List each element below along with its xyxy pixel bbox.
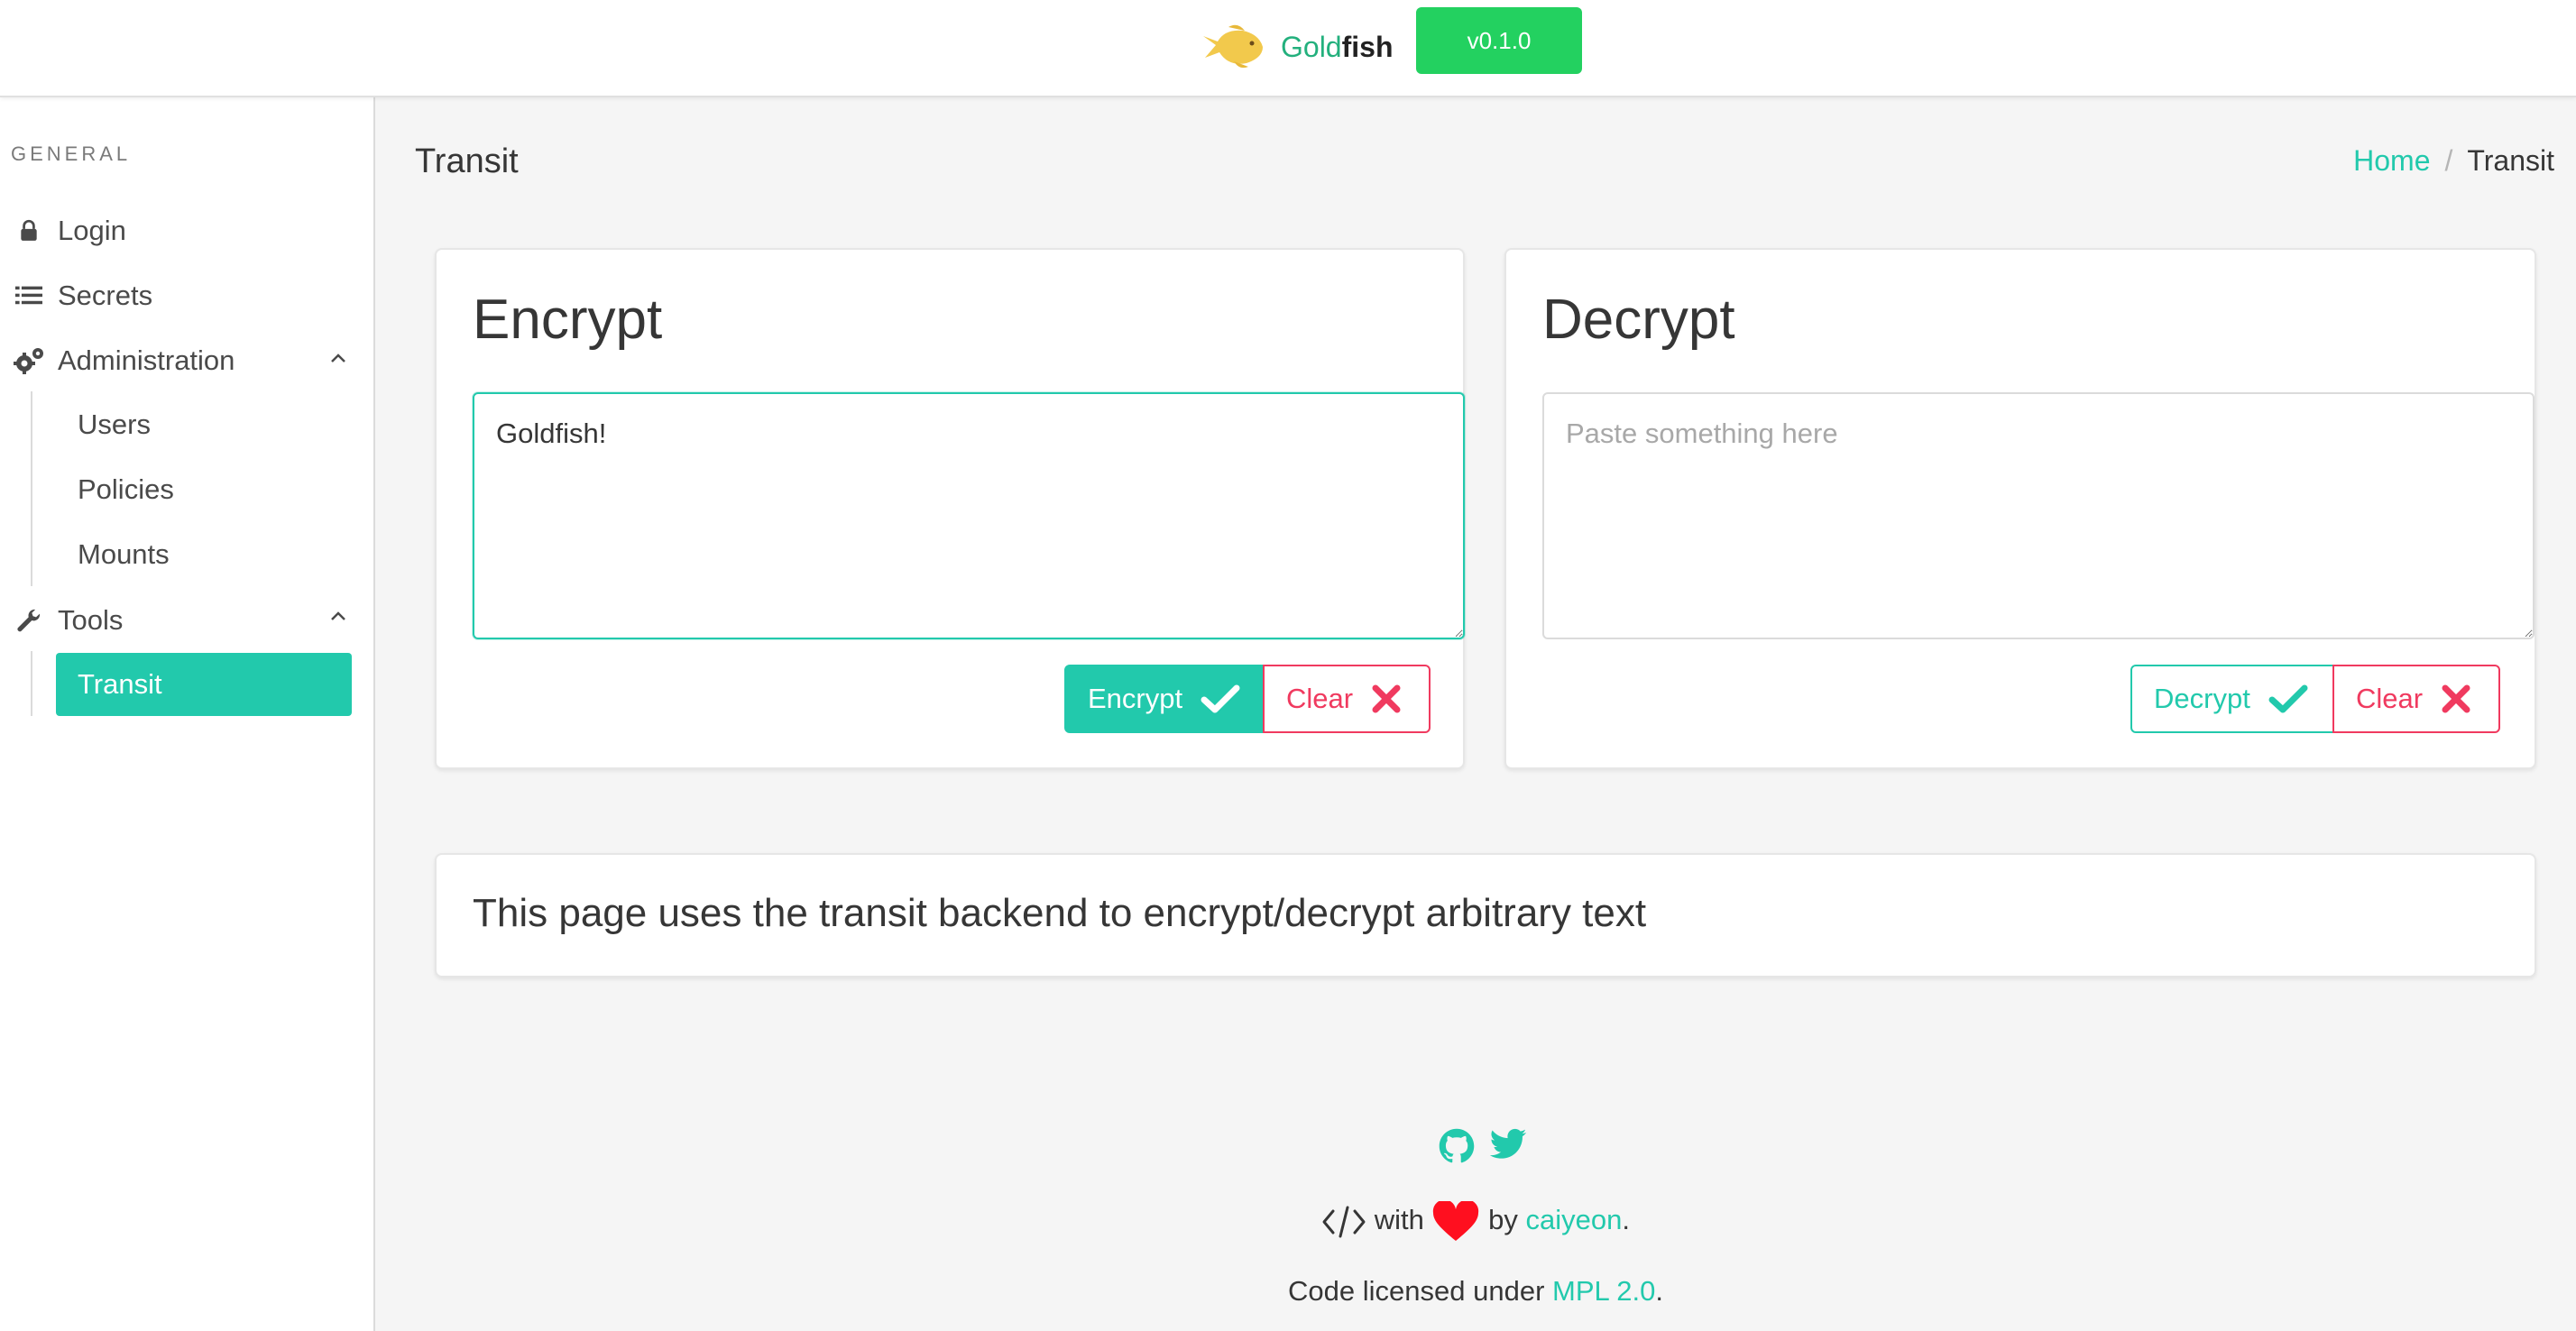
- decrypt-input[interactable]: [1542, 392, 2535, 639]
- sidebar-item-label: Tools: [58, 604, 124, 636]
- breadcrumb-separator: /: [2444, 144, 2453, 177]
- breadcrumb-home-link[interactable]: Home: [2353, 144, 2430, 178]
- sidebar: GENERAL Login Secrets Administration Use…: [0, 97, 375, 1331]
- decrypt-clear-button[interactable]: Clear: [2332, 665, 2500, 733]
- wrench-icon: [11, 602, 47, 638]
- info-note-card: This page uses the transit backend to en…: [435, 853, 2536, 978]
- sidebar-item-tools[interactable]: Tools: [11, 593, 123, 647]
- decrypt-button[interactable]: Decrypt: [2130, 665, 2334, 733]
- sidebar-item-label: Secrets: [58, 280, 153, 311]
- checkmark-icon: [1201, 684, 1240, 713]
- sidebar-item-users[interactable]: Users: [56, 393, 352, 456]
- encrypt-input[interactable]: [473, 392, 1465, 639]
- page-title: Transit: [415, 142, 519, 180]
- breadcrumb-current: Transit: [2467, 144, 2554, 177]
- sidebar-item-label: Login: [58, 215, 126, 246]
- encrypt-card: Encrypt Encrypt Clear: [435, 248, 1465, 769]
- sidebar-item-secrets[interactable]: Secrets: [11, 269, 152, 323]
- sidebar-item-login[interactable]: Login: [11, 204, 126, 258]
- sidebar-item-administration[interactable]: Administration: [11, 334, 235, 388]
- heart-icon: [1433, 1201, 1479, 1241]
- twitter-icon[interactable]: [1488, 1127, 1528, 1163]
- menu-label-general: GENERAL: [11, 142, 132, 165]
- encrypt-clear-button[interactable]: Clear: [1263, 665, 1431, 733]
- top-navbar: Goldfish v0.1.0: [0, 0, 2576, 97]
- list-icon: [11, 278, 47, 314]
- github-icon[interactable]: [1438, 1127, 1476, 1165]
- sidebar-item-mounts[interactable]: Mounts: [56, 523, 352, 586]
- breadcrumb: Home / Transit: [2353, 144, 2554, 178]
- footer-social-icons: [1438, 1127, 1528, 1165]
- chevron-up-icon[interactable]: [327, 604, 350, 628]
- brand[interactable]: Goldfish: [1198, 13, 1393, 81]
- sidebar-item-policies[interactable]: Policies: [56, 458, 352, 521]
- encrypt-title: Encrypt: [473, 289, 663, 351]
- footer-credit: with by caiyeon.: [0, 1201, 2576, 1243]
- x-icon: [2442, 684, 2470, 713]
- checkmark-icon: [2268, 684, 2308, 713]
- sidebar-item-label: Administration: [58, 344, 235, 376]
- chevron-up-icon[interactable]: [327, 346, 350, 370]
- brand-name: Goldfish: [1281, 30, 1394, 63]
- decrypt-title: Decrypt: [1542, 289, 1735, 351]
- submenu-divider: [31, 651, 32, 716]
- decrypt-card: Decrypt Decrypt Clear: [1504, 248, 2536, 769]
- goldfish-logo-icon: [1203, 24, 1263, 69]
- license-link[interactable]: MPL 2.0: [1552, 1275, 1655, 1307]
- lock-icon: [11, 213, 47, 249]
- version-badge: v0.1.0: [1416, 7, 1582, 74]
- footer-license: Code licensed under MPL 2.0.: [1288, 1275, 1663, 1307]
- info-note-text: This page uses the transit backend to en…: [473, 891, 1647, 935]
- submenu-divider: [31, 391, 32, 586]
- sidebar-item-transit[interactable]: Transit: [56, 653, 352, 716]
- author-link[interactable]: caiyeon: [1525, 1204, 1622, 1235]
- cogs-icon: [11, 343, 47, 379]
- code-icon: [1322, 1206, 1366, 1238]
- encrypt-button[interactable]: Encrypt: [1064, 665, 1265, 733]
- x-icon: [1372, 684, 1401, 713]
